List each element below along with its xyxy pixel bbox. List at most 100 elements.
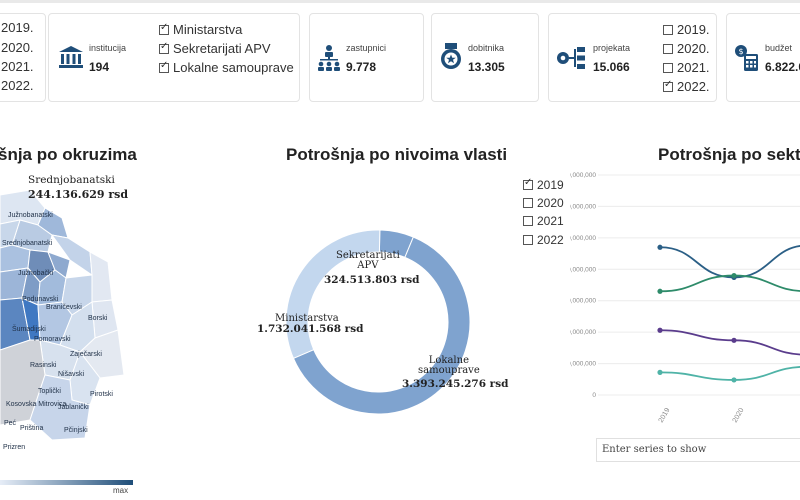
network-icon	[557, 47, 585, 69]
y-tick-label: 2,500,000,000	[570, 235, 596, 242]
level-option-sekretarijati[interactable]: Sekretarijati APV	[159, 41, 271, 56]
donut-label-lokalne: Lokalne samouprave	[418, 355, 480, 376]
medal-icon	[441, 43, 461, 69]
map-legend-bar	[0, 480, 133, 485]
checkbox[interactable]	[523, 177, 533, 190]
year-filter-2019[interactable]: 2019.	[663, 22, 710, 37]
donut-year-2022[interactable]: 2022	[523, 233, 564, 247]
series-point[interactable]	[657, 288, 663, 294]
y-tick-label: 3,000,000,000	[570, 203, 596, 210]
map-label-prizren: Prizren	[3, 444, 26, 451]
calculator-money-icon: $	[735, 45, 758, 71]
checkbox[interactable]	[159, 41, 169, 54]
map-label-pristina: Priština	[20, 425, 44, 432]
series-line[interactable]	[659, 329, 800, 356]
budzet-label: budžet	[765, 43, 793, 53]
district-map[interactable]	[0, 190, 150, 460]
svg-text:$: $	[738, 47, 743, 56]
donut-value-ministarstva: 1.732.041.568 rsd	[257, 323, 364, 335]
map-label-nisavski: Nišavski	[58, 371, 85, 378]
year-filter-2020[interactable]: 2020.	[663, 41, 710, 56]
y-tick-label: 1,000,000,000	[570, 329, 596, 336]
series-point[interactable]	[731, 377, 737, 383]
institution-icon	[59, 46, 83, 68]
projekata-value: 15.066	[593, 60, 630, 74]
budzet-card: $ budžet 6.822.0	[726, 13, 800, 102]
institucija-value: 194	[89, 60, 110, 74]
dobitnika-value: 13.305	[468, 60, 505, 74]
map-region-borski	[89, 251, 113, 303]
institucija-card: institucija 194 Ministarstva Sekretarija…	[48, 13, 300, 102]
map-legend-max: max	[113, 486, 129, 495]
year-filter-2021[interactable]: 2021.	[663, 60, 710, 75]
donut-year-2019[interactable]: 2019	[523, 177, 564, 192]
checkbox[interactable]	[663, 79, 673, 92]
institucija-label: institucija	[89, 43, 127, 53]
map-label-juznobanatski: Južnobanatski	[8, 212, 53, 219]
donut-year-2020[interactable]: 2020	[523, 196, 564, 210]
projekata-card: projekata 15.066 2019. 2020. 2021. 2022.	[548, 13, 717, 102]
y-tick-label: 500,000,000	[570, 361, 596, 368]
zastupnici-value: 9.778	[346, 60, 377, 74]
top-divider	[0, 0, 800, 3]
year-option-2022[interactable]: 2022.	[1, 78, 34, 93]
checkbox[interactable]	[663, 62, 673, 73]
map-label-branicevski: Braničevski	[46, 304, 82, 311]
map-label-borski: Borski	[88, 315, 108, 322]
projekata-label: projekata	[593, 43, 631, 53]
map-label-pcinjski: Pčinjski	[64, 427, 88, 434]
year-option-2019[interactable]: 2019.	[1, 20, 34, 35]
series-point[interactable]	[731, 337, 737, 343]
dobitnika-card: dobitnika 13.305	[431, 13, 539, 102]
zastupnici-label: zastupnici	[346, 43, 387, 53]
budzet-value: 6.822.0	[765, 60, 800, 74]
series-point[interactable]	[657, 327, 663, 333]
series-point[interactable]	[657, 369, 663, 375]
map-label-jablanicki: Jablanički	[58, 404, 89, 411]
y-tick-label: 3,500,000,000	[570, 172, 596, 179]
donut-value-lokalne: 3.393.245.276 rsd	[402, 378, 509, 390]
zastupnici-card: zastupnici 9.778	[309, 13, 424, 102]
checkbox[interactable]	[663, 43, 673, 54]
map-label-juznobacki: Južnobački	[18, 270, 54, 277]
checkbox[interactable]	[523, 216, 533, 226]
map-highlight-name: Srednjobanatski	[28, 174, 115, 186]
y-tick-label: 2,000,000,000	[570, 266, 596, 273]
series-line[interactable]	[659, 245, 800, 279]
map-title: šnja po okruzima	[0, 145, 137, 164]
map-highlight-value: 244.136.629 rsd	[28, 188, 129, 201]
donut-label-sekretarijati: Sekretarijati APV	[336, 250, 400, 271]
checkbox[interactable]	[159, 60, 169, 73]
checkbox[interactable]	[663, 24, 673, 35]
map-label-pirotski: Pirotski	[90, 391, 113, 398]
dobitnika-label: dobitnika	[468, 43, 505, 53]
donut-year-2021[interactable]: 2021	[523, 214, 564, 228]
y-tick-label: 1,500,000,000	[570, 298, 596, 305]
series-filter-input[interactable]: Enter series to show	[596, 438, 800, 462]
y-tick-label: 0	[592, 392, 596, 399]
level-option-lokalne[interactable]: Lokalne samouprave	[159, 60, 294, 75]
map-label-pomoravski: Pomoravski	[34, 336, 71, 343]
year-filter-2022[interactable]: 2022.	[663, 79, 710, 94]
checkbox[interactable]	[159, 22, 169, 35]
year-option-2020[interactable]: 2020.	[1, 40, 34, 55]
line-chart[interactable]: 3,500,000,000 3,000,000,000 2,500,000,000 2…	[570, 160, 800, 435]
checkbox[interactable]	[523, 198, 533, 208]
hierarchy-icon	[318, 45, 340, 71]
checkbox[interactable]	[523, 235, 533, 245]
map-label-toplicki: Toplički	[38, 388, 61, 395]
donut-value-sekretarijati: 324.513.803 rsd	[324, 274, 420, 286]
year-option-2021[interactable]: 2021.	[1, 59, 34, 74]
years-filter-card: 2019. 2020. 2021. 2022.	[0, 13, 46, 102]
map-label-rasinski: Rasinski	[30, 362, 57, 369]
series-line[interactable]	[659, 366, 800, 381]
map-label-zajecarski: Zaječarski	[70, 351, 102, 358]
series-point[interactable]	[657, 244, 663, 250]
level-option-ministarstva[interactable]: Ministarstva	[159, 22, 242, 37]
donut-title: Potrošnja po nivoima vlasti	[286, 145, 508, 164]
x-tick-label: 2019	[658, 407, 672, 424]
map-label-sumadijski: Šumadijski	[12, 326, 46, 333]
map-label-pec: Peć	[4, 420, 17, 427]
x-tick-label: 2020	[732, 407, 746, 424]
series-point[interactable]	[731, 272, 737, 279]
